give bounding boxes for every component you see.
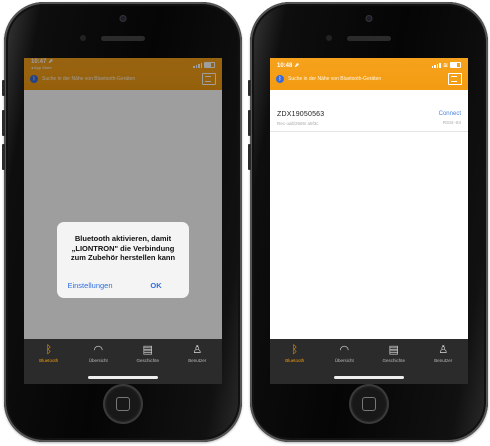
gauge-icon: ◠ [93,344,104,356]
modal-overlay [24,58,222,384]
battery-icon [450,62,461,68]
tab-bar: ᛒ Bluetooth ◠ Übersicht ▤ Geschichte ♙ B… [24,339,222,384]
tab-bluetooth[interactable]: ᛒ Bluetooth [275,344,315,363]
bluetooth-permission-dialog: Bluetooth aktivieren, damit „LIONTRON" d… [57,222,189,298]
dialog-message: Bluetooth aktivieren, damit „LIONTRON" d… [70,234,176,262]
tab-label: Benutzer [434,358,453,363]
tab-history[interactable]: ▤ Geschichte [128,344,168,363]
phone-right: 10:48 ⬈ ≋ ᛒ Suche in der Nähe von Blueto… [248,2,488,442]
home-indicator[interactable] [88,376,158,379]
bluetooth-icon: ᛒ [276,75,284,83]
volume-up-button [248,110,251,136]
app-header: 10:48 ⬈ ≋ ᛒ Suche in der Nähe von Blueto… [270,58,468,90]
proximity-sensor [326,35,332,41]
tab-label: Bluetooth [39,358,59,363]
tab-label: Übersicht [88,358,108,363]
user-icon: ♙ [192,344,203,356]
volume-down-button [2,144,5,170]
status-time: 10:48 ⬈ [277,62,300,69]
settings-button[interactable]: Einstellungen [57,272,123,298]
tab-bar: ᛒ Bluetooth ◠ Übersicht ▤ Geschichte ♙ B… [270,339,468,384]
proximity-sensor [80,35,86,41]
bluetooth-icon: ᛒ [45,344,53,356]
phone-left: 10:47 ⬈ ◂ App Store ᛒ Suche in der Nähe … [2,2,242,442]
tab-label: Übersicht [334,358,354,363]
tab-bluetooth[interactable]: ᛒ Bluetooth [29,344,69,363]
tab-overview[interactable]: ◠ Übersicht [78,344,118,363]
scan-text: Suche in der Nähe von Bluetooth-Geräten [288,76,382,82]
home-button[interactable] [349,384,389,424]
bluetooth-icon: ᛒ [291,344,299,356]
earpiece-speaker [347,36,391,41]
home-indicator[interactable] [334,376,404,379]
device-name: ZDX19050563 [277,111,325,118]
front-camera [119,15,127,22]
list-item[interactable]: ZDX19050563 Rec·ualt/2565/ a5f3c Connect… [270,104,468,132]
device-subtitle: Rec·ualt/2565/ a5f3c [277,121,319,126]
earpiece-speaker [101,36,145,41]
connect-button[interactable]: Connect [439,111,461,117]
mute-switch [248,80,251,96]
home-button[interactable] [103,384,143,424]
signal-icon [431,62,441,68]
qr-scan-icon[interactable] [448,73,462,85]
status-bar: 10:48 ⬈ ≋ [270,58,468,72]
tab-label: Bluetooth [285,358,305,363]
history-icon: ▤ [388,344,399,356]
ok-button[interactable]: OK [123,272,189,298]
history-icon: ▤ [142,344,153,356]
volume-down-button [248,144,251,170]
mute-switch [2,80,5,96]
tab-user[interactable]: ♙ Benutzer [423,344,463,363]
tab-label: Benutzer [188,358,207,363]
user-icon: ♙ [438,344,449,356]
device-list: ZDX19050563 Rec·ualt/2565/ a5f3c Connect… [270,104,468,344]
tab-label: Geschichte [382,358,405,363]
volume-up-button [2,110,5,136]
scan-banner: ᛒ Suche in der Nähe von Bluetooth-Geräte… [270,72,468,86]
front-camera [365,15,373,22]
tab-overview[interactable]: ◠ Übersicht [324,344,364,363]
screen: 10:48 ⬈ ≋ ᛒ Suche in der Nähe von Blueto… [270,58,468,384]
screen: 10:47 ⬈ ◂ App Store ᛒ Suche in der Nähe … [24,58,222,384]
device-rssi: RSSI:-84 [442,120,461,125]
gauge-icon: ◠ [339,344,350,356]
tab-history[interactable]: ▤ Geschichte [374,344,414,363]
tab-user[interactable]: ♙ Benutzer [177,344,217,363]
tab-label: Geschichte [136,358,159,363]
wifi-icon: ≋ [442,62,448,69]
